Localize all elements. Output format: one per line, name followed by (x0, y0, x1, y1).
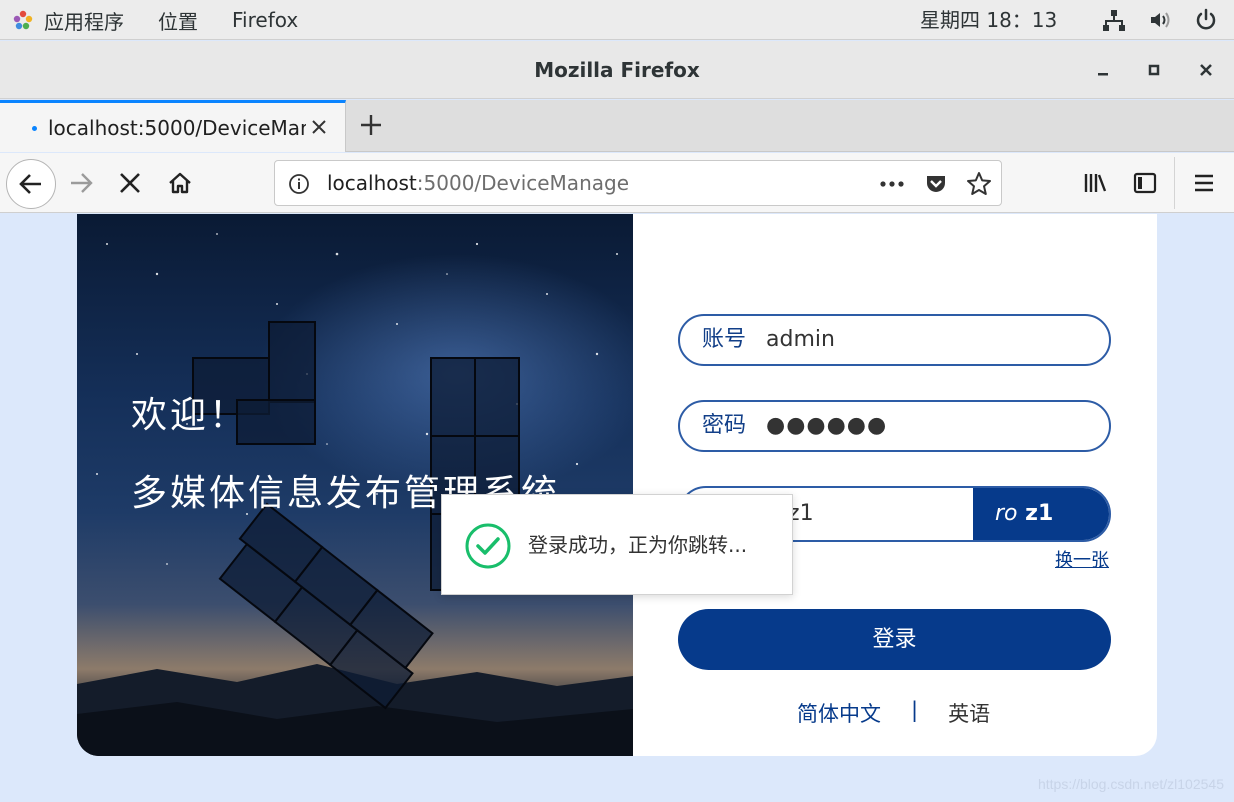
watermark: https://blog.csdn.net/zl102545 (1037, 776, 1224, 792)
maximize-icon[interactable] (1143, 59, 1165, 81)
url-host: localhost (327, 171, 417, 195)
captcha-image[interactable]: ro z1 (973, 488, 1109, 540)
forward-icon[interactable] (67, 169, 95, 197)
tab-strip: localhost:5000/DeviceManage (0, 100, 1234, 152)
back-button[interactable] (6, 159, 56, 209)
close-tab-icon[interactable] (309, 117, 329, 137)
tab-label: localhost:5000/DeviceManage (48, 115, 306, 140)
login-button[interactable]: 登录 (678, 609, 1111, 670)
bookmark-star-icon[interactable] (966, 171, 992, 197)
active-app-menu[interactable]: Firefox (232, 8, 298, 32)
volume-icon[interactable] (1148, 8, 1172, 32)
close-window-icon[interactable] (1195, 59, 1217, 81)
language-switcher: 简体中文 | 英语 (797, 698, 990, 728)
places-menu[interactable]: 位置 (158, 6, 198, 35)
url-path: :5000/DeviceManage (416, 171, 629, 195)
pocket-icon[interactable] (923, 171, 949, 197)
refresh-captcha-link[interactable]: 换一张 (1055, 546, 1109, 572)
page-actions-icon[interactable] (879, 171, 905, 197)
home-icon[interactable] (166, 169, 194, 197)
password-field[interactable]: 密码 ●●●●●● (678, 400, 1111, 452)
system-top-bar: 应用程序 位置 Firefox 星期四 18：13 (0, 0, 1234, 40)
navigation-toolbar: localhost:5000/DeviceManage (0, 153, 1234, 213)
window-title-bar: Mozilla Firefox (0, 41, 1234, 99)
account-field[interactable]: 账号 admin (678, 314, 1111, 366)
tab-device-manage[interactable]: localhost:5000/DeviceManage (0, 100, 346, 152)
library-icon[interactable] (1081, 169, 1109, 197)
lang-chinese-link[interactable]: 简体中文 (797, 698, 881, 728)
address-bar[interactable]: localhost:5000/DeviceManage (274, 160, 1002, 206)
applications-menu[interactable]: 应用程序 (44, 6, 124, 35)
captcha-image-text-a: ro (995, 501, 1018, 526)
power-icon[interactable] (1194, 8, 1218, 32)
welcome-heading: 欢迎！ (131, 395, 249, 436)
clock[interactable]: 星期四 18：13 (920, 0, 1057, 40)
password-input[interactable]: ●●●●●● (766, 402, 887, 450)
new-tab-icon[interactable] (356, 110, 386, 140)
hamburger-menu-icon[interactable] (1190, 169, 1218, 197)
success-check-icon (465, 523, 511, 569)
toast-message: 登录成功，正为你跳转... (528, 533, 748, 557)
password-label: 密码 (702, 413, 747, 438)
lang-separator: | (911, 698, 919, 722)
login-card: 欢迎！ 多媒体信息发布管理系统 账号 admin 密码 ●●●●●● ro z1 … (77, 214, 1157, 756)
site-info-icon[interactable] (287, 172, 311, 196)
captcha-image-text-b: z1 (1017, 501, 1054, 526)
back-arrow-icon (19, 174, 41, 194)
toolbar-separator (1174, 157, 1175, 209)
hero-image-panel: 欢迎！ 多媒体信息发布管理系统 (77, 214, 633, 756)
window-title: Mozilla Firefox (534, 58, 700, 82)
gnome-apps-icon[interactable] (12, 9, 34, 31)
lang-english-link[interactable]: 英语 (948, 698, 990, 728)
sidebar-icon[interactable] (1131, 169, 1159, 197)
url-text[interactable]: localhost:5000/DeviceManage (327, 161, 629, 205)
account-label: 账号 (702, 327, 747, 352)
stop-icon[interactable] (116, 169, 144, 197)
login-success-toast: 登录成功，正为你跳转... (441, 494, 793, 595)
account-input[interactable]: admin (766, 316, 835, 364)
network-icon[interactable] (1102, 8, 1126, 32)
loading-indicator-icon (32, 126, 37, 131)
minimize-icon[interactable] (1092, 59, 1114, 81)
